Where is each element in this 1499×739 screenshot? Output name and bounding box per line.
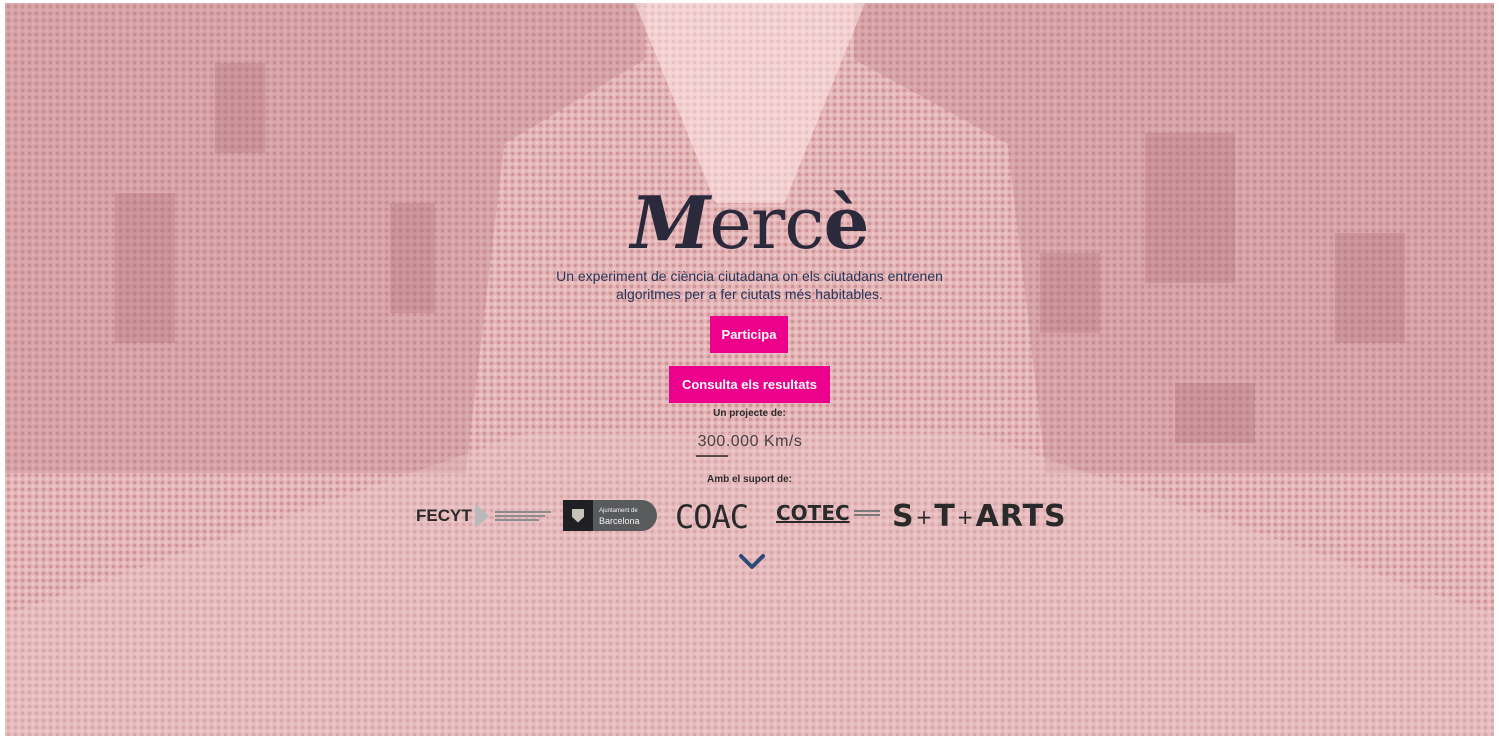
chevron-down-icon[interactable] — [738, 553, 766, 571]
hero-content: Mercè Un experiment de ciència ciutadana… — [5, 3, 1494, 736]
sponsor-logo-ajuntament-barcelona[interactable]: Ajuntament de Barcelona — [563, 500, 657, 531]
project-logo-underline — [696, 455, 728, 457]
cotec-subtitle-lines — [853, 510, 880, 516]
fecyt-arrow-icon — [474, 504, 489, 528]
fecyt-subtitle-lines — [494, 511, 551, 521]
hero-background: Mercè Un experiment de ciència ciutadana… — [5, 3, 1494, 736]
tagline: Un experiment de ciència ciutadana on el… — [5, 267, 1494, 303]
starts-plus-1: + — [915, 504, 934, 529]
cotec-wordmark: COTEC — [776, 501, 850, 525]
fecyt-wordmark: FECYT — [416, 506, 472, 525]
sponsor-logo-coac[interactable]: COAC — [675, 498, 749, 536]
consulta-resultats-button[interactable]: Consulta els resultats — [669, 366, 830, 403]
tagline-line-1: Un experiment de ciència ciutadana on el… — [556, 268, 943, 284]
project-label: Un projecte de: — [713, 408, 786, 419]
ajuntament-wordmark: Ajuntament de Barcelona — [599, 506, 640, 526]
sponsor-logo-starts[interactable]: S + T + ARTS — [892, 499, 1067, 534]
merce-logo: Mercè — [5, 180, 1494, 265]
project-logo-300000kms[interactable]: 300.000 Km/s — [685, 433, 815, 451]
participa-button[interactable]: Participa — [710, 316, 788, 353]
ajuntament-small-text: Ajuntament de — [599, 507, 638, 514]
sponsor-logo-cotec[interactable]: COTEC — [776, 501, 880, 525]
starts-arts: ARTS — [975, 499, 1067, 534]
logo-letters: erc — [709, 181, 824, 265]
tagline-line-2: algoritmes per a fer ciutats més habitab… — [616, 286, 883, 302]
logo-letter-m: M — [630, 180, 711, 265]
support-label: Amb el suport de: — [706, 474, 792, 485]
starts-t: T — [934, 499, 956, 534]
barcelona-shield-icon — [563, 500, 593, 531]
starts-plus-2: + — [956, 504, 975, 529]
starts-s: S — [892, 499, 915, 534]
logo-accent-letter: è — [823, 180, 870, 265]
sponsor-logo-fecyt[interactable]: FECYT — [416, 500, 551, 532]
ajuntament-big-text: Barcelona — [599, 515, 640, 526]
